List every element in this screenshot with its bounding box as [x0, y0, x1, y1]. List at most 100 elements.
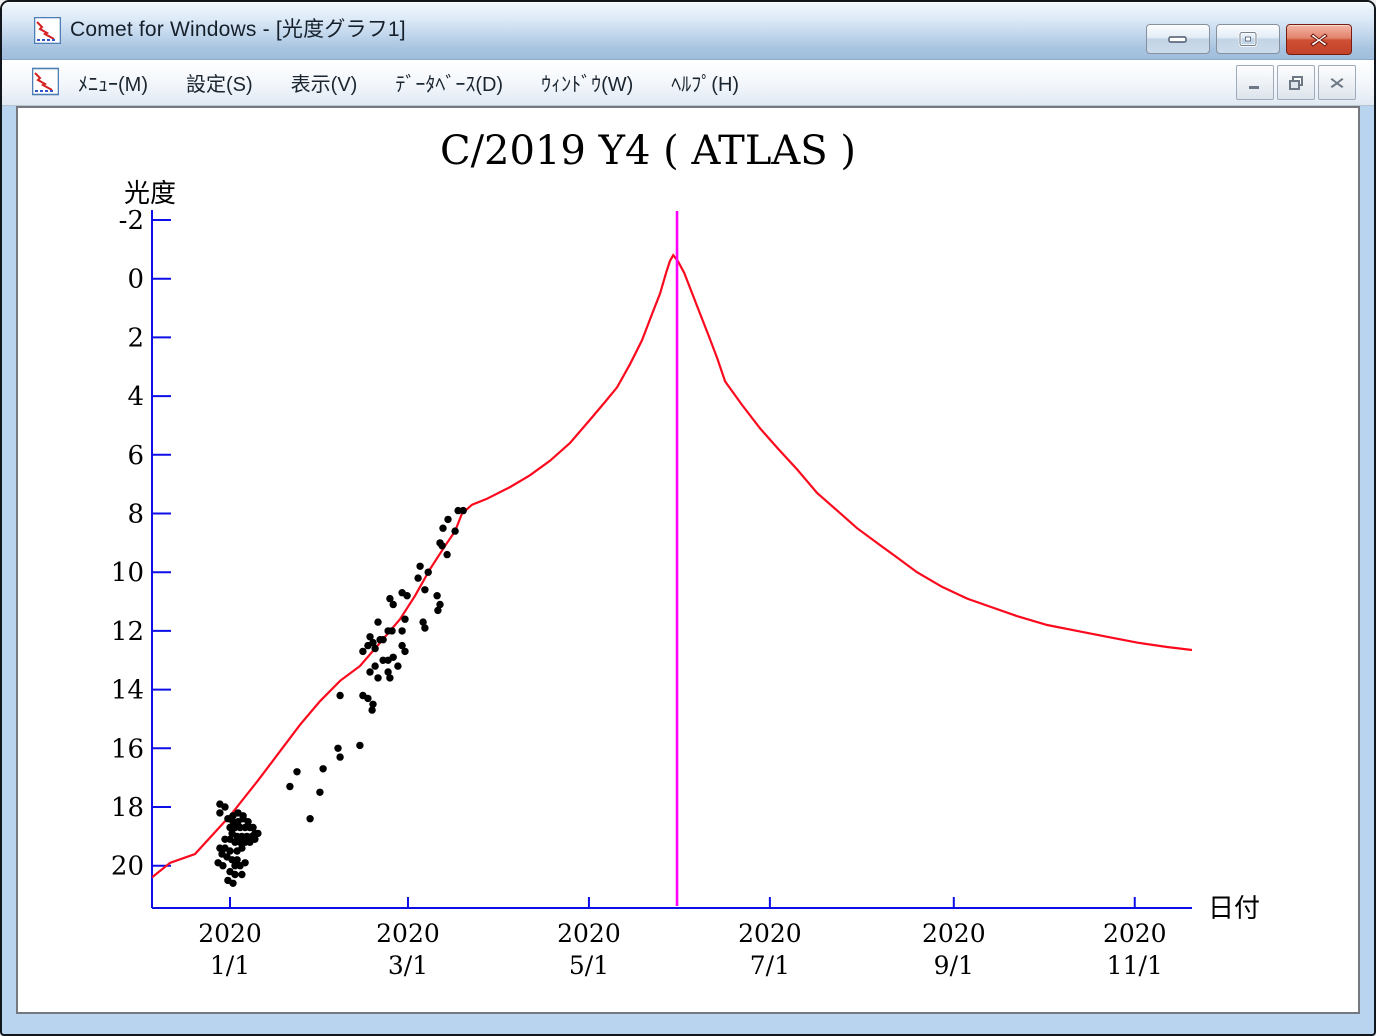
x-axis-label: 日付	[1208, 894, 1260, 924]
observation-point	[434, 607, 441, 614]
observation-point	[388, 627, 395, 634]
observation-point	[221, 803, 228, 810]
observation-point	[401, 648, 408, 655]
observation-point	[254, 830, 261, 837]
observation-point	[425, 569, 432, 576]
menu-item-database[interactable]: ﾃﾞｰﾀﾍﾞｰｽ(D)	[391, 66, 507, 99]
y-tick-label: 16	[111, 734, 144, 764]
observation-point	[379, 636, 386, 643]
mdi-minimize-button[interactable]	[1236, 65, 1274, 100]
observation-point	[394, 662, 401, 669]
observation-point	[219, 862, 226, 869]
observation-point	[386, 674, 393, 681]
observation-point	[319, 765, 326, 772]
observation-point	[436, 539, 443, 546]
observation-point	[231, 871, 238, 878]
observation-point	[371, 662, 378, 669]
x-tick-label: 20203/1	[376, 919, 440, 980]
y-tick-label: 10	[111, 558, 144, 588]
mdi-close-button[interactable]	[1318, 65, 1356, 100]
observation-point	[368, 706, 375, 713]
observation-point	[401, 616, 408, 623]
menu-item-settings[interactable]: 設定(S)	[182, 66, 257, 99]
menu-item-window[interactable]: ｳｨﾝﾄﾞｳ(W)	[537, 66, 637, 99]
menu-items: ﾒﾆｭｰ(M) 設定(S) 表示(V) ﾃﾞｰﾀﾍﾞｰｽ(D) ｳｨﾝﾄﾞｳ(W…	[74, 60, 743, 105]
observation-point	[433, 592, 440, 599]
close-icon	[1309, 32, 1329, 48]
observation-point	[443, 551, 450, 558]
observation-point	[374, 674, 381, 681]
x-tick-label: 202011/1	[1103, 919, 1167, 980]
titlebar[interactable]: Comet for Windows - [光度グラフ1]	[2, 2, 1374, 60]
observation-point	[293, 768, 300, 775]
observation-point	[336, 692, 343, 699]
observation-point	[359, 648, 366, 655]
observation-point	[439, 525, 446, 532]
observation-point	[241, 859, 248, 866]
observation-points	[214, 507, 466, 887]
y-axis-label: 光度	[124, 179, 176, 209]
observation-point	[460, 507, 467, 514]
observation-point	[306, 815, 313, 822]
y-tick-label: 18	[111, 793, 144, 823]
observation-point	[374, 618, 381, 625]
y-tick-label: 6	[127, 441, 144, 471]
restore-icon	[1237, 30, 1259, 48]
observation-point	[364, 695, 371, 702]
menu-item-help[interactable]: ﾍﾙﾌﾟ(H)	[667, 66, 743, 99]
comet-lightcurve-icon	[34, 17, 61, 44]
x-tick-label: 20205/1	[557, 919, 621, 980]
mdi-window-controls	[1236, 65, 1356, 100]
observation-point	[451, 527, 458, 534]
observation-point	[238, 844, 245, 851]
observation-point	[316, 789, 323, 796]
menu-item-view[interactable]: 表示(V)	[287, 66, 362, 99]
mdi-close-icon	[1329, 76, 1345, 90]
observation-point	[421, 586, 428, 593]
x-tick-label: 20209/1	[922, 919, 986, 980]
observation-point	[416, 563, 423, 570]
document-chart-icon	[32, 65, 59, 98]
observation-point	[390, 654, 397, 661]
minimize-button[interactable]	[1146, 24, 1210, 54]
observation-point	[390, 601, 397, 608]
observation-point	[398, 627, 405, 634]
observation-point	[216, 809, 223, 816]
observation-point	[336, 753, 343, 760]
observation-point	[286, 783, 293, 790]
close-button[interactable]	[1286, 24, 1352, 55]
window-title: Comet for Windows - [光度グラフ1]	[70, 2, 406, 60]
y-tick-label: 2	[127, 323, 144, 353]
restore-button[interactable]	[1216, 24, 1280, 54]
observation-point	[364, 642, 371, 649]
window-controls	[1146, 24, 1352, 55]
x-tick-label: 20201/1	[198, 919, 262, 980]
y-tick-label: 12	[111, 617, 144, 647]
observation-point	[334, 745, 341, 752]
observation-point	[414, 574, 421, 581]
y-tick-label: 14	[111, 676, 144, 706]
observation-point	[238, 871, 245, 878]
observation-point	[444, 516, 451, 523]
model-curve	[152, 255, 1192, 877]
mdi-restore-button[interactable]	[1277, 65, 1315, 100]
mdi-restore-icon	[1287, 75, 1305, 91]
y-tick-label: -2	[119, 206, 144, 236]
y-tick-label: 20	[111, 852, 144, 882]
observation-point	[371, 645, 378, 652]
axes: -20246810121416182020201/120203/120205/1…	[111, 206, 1192, 980]
chart-title: C/2019 Y4 ( ATLAS )	[440, 128, 856, 174]
app-window: Comet for Windows - [光度グラフ1]	[0, 0, 1376, 1036]
observation-point	[366, 668, 373, 675]
y-tick-label: 0	[127, 265, 144, 295]
menu-item-menu[interactable]: ﾒﾆｭｰ(M)	[74, 66, 152, 99]
observation-point	[229, 880, 236, 887]
observation-point	[421, 624, 428, 631]
minimize-icon	[1167, 33, 1189, 45]
y-tick-label: 4	[127, 382, 144, 412]
x-tick-label: 20207/1	[738, 919, 802, 980]
menu-bar: ﾒﾆｭｰ(M) 設定(S) 表示(V) ﾃﾞｰﾀﾍﾞｰｽ(D) ｳｨﾝﾄﾞｳ(W…	[2, 60, 1374, 106]
observation-point	[403, 592, 410, 599]
chart-area: C/2019 Y4 ( ATLAS ) 光度 日付 -2024681012141…	[16, 106, 1360, 1014]
observation-point	[356, 742, 363, 749]
